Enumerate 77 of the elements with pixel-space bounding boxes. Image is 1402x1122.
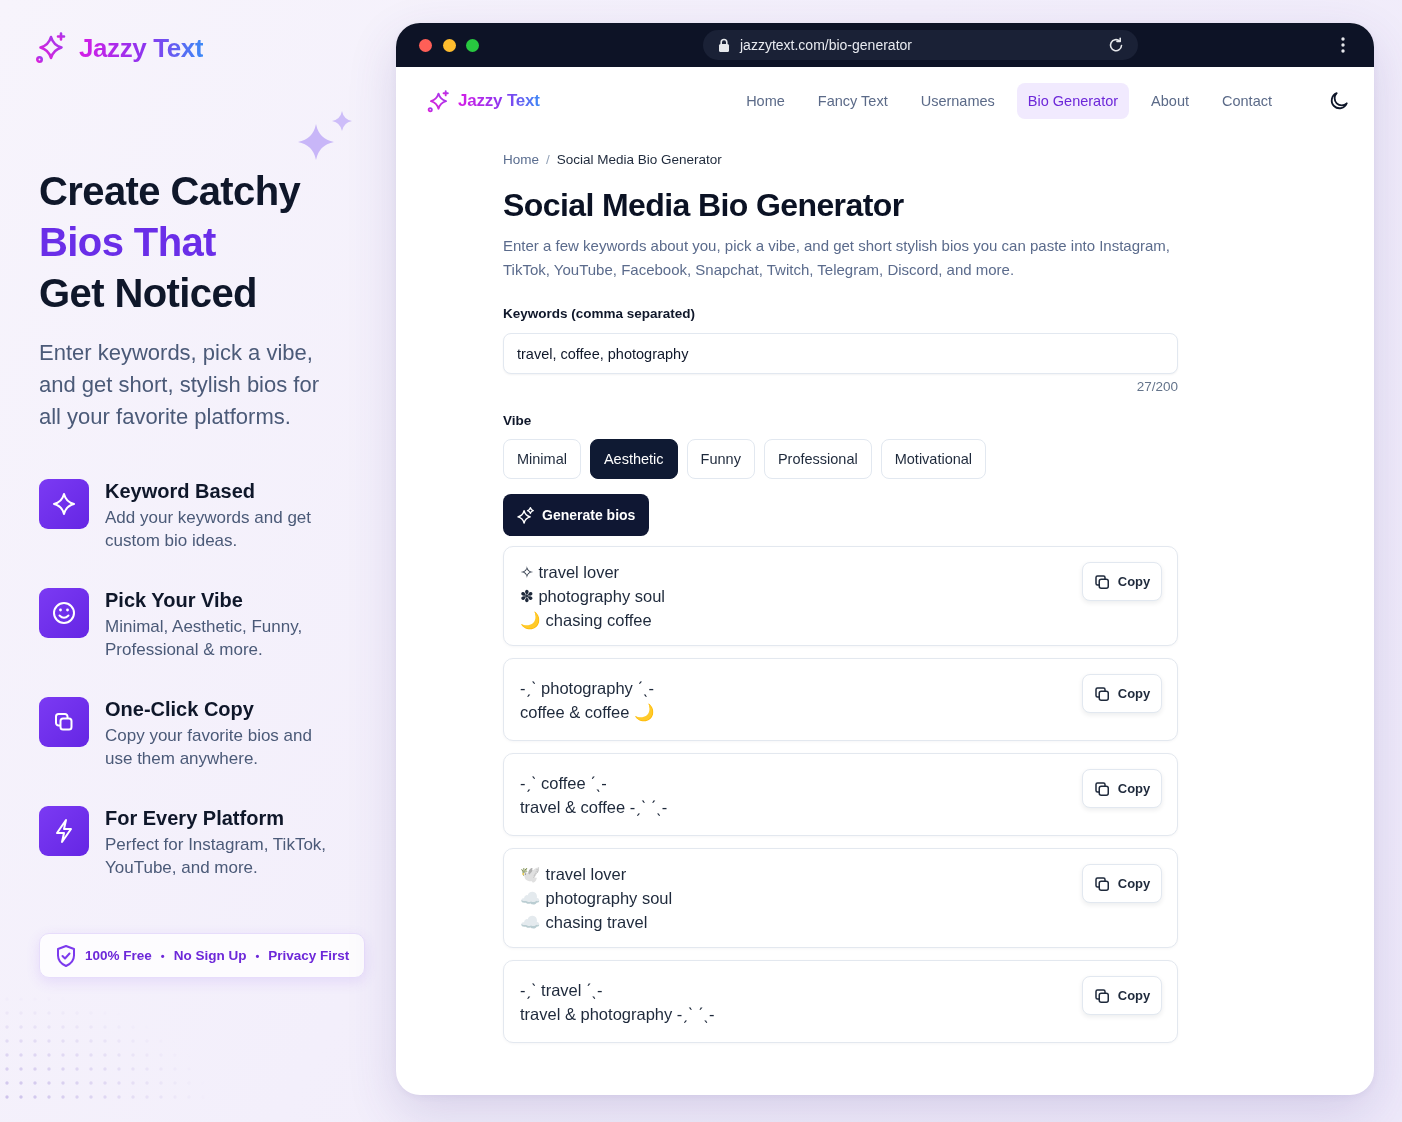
vibe-chip[interactable]: Professional [763, 439, 872, 479]
hero-heading-line: Create Catchy [39, 168, 301, 215]
url-text: jazzytext.com/bio-generator [740, 37, 912, 53]
minimize-button-icon[interactable] [442, 38, 456, 52]
sparkle-icon [39, 479, 89, 529]
bio-line: 🕊 travel lover [520, 864, 627, 885]
copy-icon [1093, 780, 1110, 797]
keywords-label: Keywords (comma separated) [503, 305, 696, 323]
bio-line: -ˏˋ coffee ˊˎ- [520, 772, 607, 794]
bio-line: ☁ chasing travel [520, 912, 648, 933]
address-bar[interactable]: jazzytext.com/bio-generator [703, 30, 1138, 60]
bio-line: ☁ photography soul [520, 888, 673, 909]
feature-description: Add your keywords and get custom bio ideas. [105, 507, 312, 552]
bio-line: -ˏˋ travel ˊˎ- [520, 979, 603, 1001]
copy-icon [1093, 685, 1110, 702]
vibe-chip[interactable]: Aesthetic [589, 439, 678, 479]
copy-icon [39, 697, 89, 747]
copy-button[interactable]: Copy [1082, 674, 1162, 713]
feature-description: Copy your favorite bios and use them anywhere. [105, 725, 313, 770]
nav-link[interactable]: Contact [1211, 83, 1283, 119]
feature-description: Perfect for Instagram, TikTok, YouTube, and more. [105, 834, 328, 879]
lightning-icon [39, 806, 89, 856]
feature-title: One-Click Copy [105, 697, 254, 722]
zoom-button-icon[interactable] [466, 38, 479, 52]
bullet-separator: • [255, 949, 260, 962]
nav-link[interactable]: Usernames [909, 83, 1006, 119]
breadcrumb-link[interactable]: Home [503, 151, 539, 169]
nav-link[interactable]: About [1140, 83, 1200, 119]
vibe-chip[interactable]: Motivational [880, 439, 987, 479]
nav-link[interactable]: Bio Generator [1016, 83, 1130, 119]
nav-link[interactable]: Home [735, 83, 796, 119]
page-title: Social Media Bio Generator [503, 186, 904, 225]
copy-button[interactable]: Copy [1082, 976, 1162, 1015]
moon-icon[interactable] [1328, 90, 1350, 112]
hero-heading-line: Bios That [39, 219, 216, 266]
close-button-icon[interactable] [419, 38, 432, 52]
lock-icon [718, 38, 730, 52]
generate-button[interactable]: Generate bios [503, 494, 650, 536]
keywords-input[interactable]: travel, coffee, photography [503, 333, 1178, 374]
badge-label: No Sign Up [173, 948, 247, 963]
bio-line: coffee & coffee 🌙 [520, 701, 656, 724]
copy-icon [1093, 875, 1110, 892]
copy-button[interactable]: Copy [1082, 562, 1162, 601]
copy-button[interactable]: Copy [1082, 864, 1162, 903]
badge-label: 100% Free [85, 948, 152, 963]
vibe-label: Vibe [503, 412, 532, 430]
breadcrumb-separator: / [546, 151, 550, 169]
breadcrumb-current: Social Media Bio Generator [556, 151, 722, 169]
feature-title: For Every Platform [105, 806, 284, 831]
sparkles-icon [517, 506, 534, 524]
page-description: Enter a few keywords about you, pick a vibe, and get short stylish bios you can paste into Instagram, TikTok, YouTube, Facebook, Snapchat, Twitch, Telegram, Discord, and more. [503, 236, 1172, 280]
sparkle-logo-icon [35, 32, 67, 64]
vibe-chip[interactable]: Funny [686, 439, 755, 479]
copy-button[interactable]: Copy [1082, 769, 1162, 808]
badge-label: Privacy First [268, 948, 350, 963]
copy-icon [1093, 987, 1110, 1004]
sparkle-logo-icon [427, 89, 450, 113]
bio-line: ✽ photography soul [520, 586, 665, 607]
bio-line: travel & coffee -ˏˋ ˊˎ- [520, 796, 668, 818]
smiley-icon [39, 588, 89, 638]
bio-line: travel & photography -ˏˋ ˊˎ- [520, 1003, 715, 1025]
feature-title: Keyword Based [105, 479, 256, 504]
copy-icon [1093, 573, 1110, 590]
bio-line: 🌙 chasing coffee [520, 610, 652, 632]
reload-icon[interactable] [1108, 37, 1124, 53]
feature-title: Pick Your Vibe [105, 588, 243, 613]
character-counter: 27/200 [1136, 378, 1178, 396]
bullet-separator: • [160, 949, 165, 962]
bio-line: -ˏˋ photography ˊˎ- [520, 677, 654, 699]
feature-description: Minimal, Aesthetic, Funny, Professional & more. [105, 616, 304, 661]
vibe-chip[interactable]: Minimal [503, 439, 581, 479]
hero-subtitle: Enter keywords, pick a vibe, and get short, stylish bios for all your favorite platforms. [39, 339, 321, 431]
bio-line: ✧ travel lover [520, 562, 620, 583]
hero-heading-line: Get Noticed [39, 270, 257, 317]
shield-check-icon [55, 943, 77, 968]
kebab-menu-icon[interactable] [1341, 37, 1345, 53]
nav-link[interactable]: Fancy Text [806, 83, 899, 119]
